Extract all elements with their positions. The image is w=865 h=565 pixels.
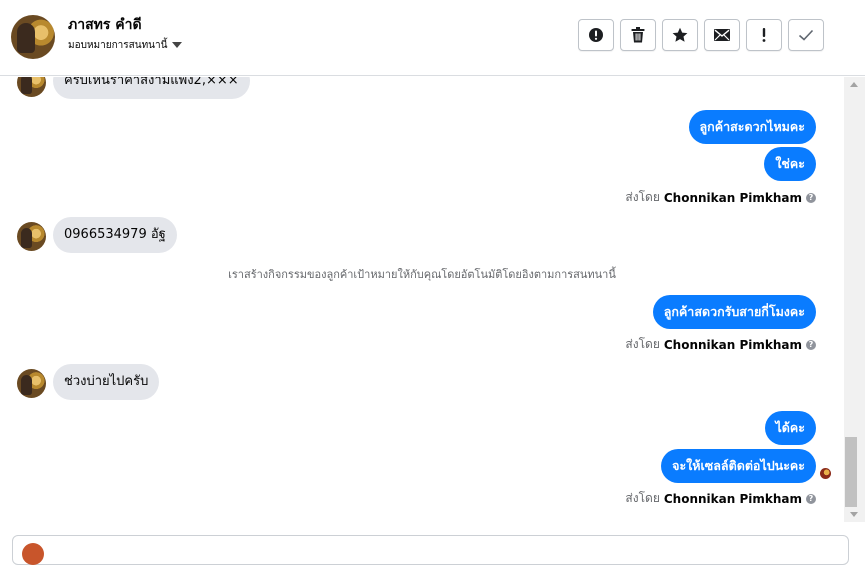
star-icon: [672, 27, 688, 42]
sent-by-label: ส่งโดย Chonnikan Pimkham ?: [625, 489, 816, 508]
sent-by-label: ส่งโดย Chonnikan Pimkham ?: [625, 188, 816, 207]
check-icon: [798, 29, 814, 41]
contact-avatar-small: [17, 369, 46, 398]
alert-circle-icon: [589, 28, 603, 42]
star-button[interactable]: [662, 19, 698, 51]
message-composer[interactable]: [12, 535, 849, 565]
conversation-header: ภาสทร คำดี มอบหมายการสนทนานี้: [0, 0, 865, 76]
seen-avatar-icon: [820, 468, 831, 479]
incoming-message[interactable]: ช่วงบ่ายไปครับ: [53, 364, 160, 400]
sent-by-label: ส่งโดย Chonnikan Pimkham ?: [625, 335, 816, 354]
sent-by-prefix: ส่งโดย: [625, 190, 660, 204]
outgoing-message[interactable]: ใช่คะ: [764, 147, 816, 181]
outgoing-message[interactable]: จะให้เซลล์ติดต่อไปนะคะ: [661, 449, 816, 483]
outgoing-message[interactable]: ลูกค้าสดวกรับสายกี่โมงคะ: [652, 295, 816, 329]
incoming-message[interactable]: ครบเห็นราคาสงามแพง2,×××: [53, 77, 250, 99]
system-notice: เราสร้างกิจกรรมของลูกค้าเป้าหมายให้กับคุ…: [228, 268, 616, 281]
sent-by-prefix: ส่งโดย: [625, 337, 660, 351]
assign-conversation-dropdown[interactable]: มอบหมายการสนทนานี้: [68, 37, 183, 53]
exclamation-icon: [762, 28, 766, 42]
delete-button[interactable]: [620, 19, 656, 51]
envelope-icon: [714, 29, 730, 41]
sender-name: Chonnikan Pimkham: [663, 491, 802, 506]
help-icon[interactable]: ?: [806, 192, 816, 203]
sender-name: Chonnikan Pimkham: [663, 190, 802, 205]
sender-name: Chonnikan Pimkham: [663, 337, 802, 352]
mark-unread-button[interactable]: [704, 19, 740, 51]
scroll-up-arrow-icon[interactable]: [850, 82, 858, 87]
conversation-toolbar: [578, 19, 824, 51]
assign-label: มอบหมายการสนทนานี้: [68, 39, 168, 51]
caret-down-icon: [172, 42, 183, 48]
vertical-scrollbar[interactable]: [844, 77, 865, 522]
sent-by-prefix: ส่งโดย: [625, 491, 660, 505]
spam-button[interactable]: [578, 19, 614, 51]
help-icon[interactable]: ?: [806, 493, 816, 504]
contact-name[interactable]: ภาสทร คำดี: [68, 14, 142, 36]
outgoing-message[interactable]: ได้คะ: [764, 411, 816, 445]
scroll-down-arrow-icon[interactable]: [850, 512, 858, 517]
contact-avatar-small: [17, 222, 46, 251]
help-icon[interactable]: ?: [806, 339, 816, 350]
user-avatar: [22, 543, 44, 565]
trash-icon: [631, 27, 645, 43]
follow-up-button[interactable]: [746, 19, 782, 51]
message-thread[interactable]: ครบเห็นราคาสงามแพง2,××× ลูกค้าสะดวกไหมคะ…: [0, 77, 844, 522]
contact-avatar-small: [17, 77, 46, 97]
contact-avatar[interactable]: [11, 15, 55, 59]
outgoing-message[interactable]: ลูกค้าสะดวกไหมคะ: [688, 110, 816, 144]
mark-done-button[interactable]: [788, 19, 824, 51]
incoming-message[interactable]: 0966534979 อัฐ: [53, 217, 177, 253]
scrollbar-thumb[interactable]: [845, 437, 857, 507]
